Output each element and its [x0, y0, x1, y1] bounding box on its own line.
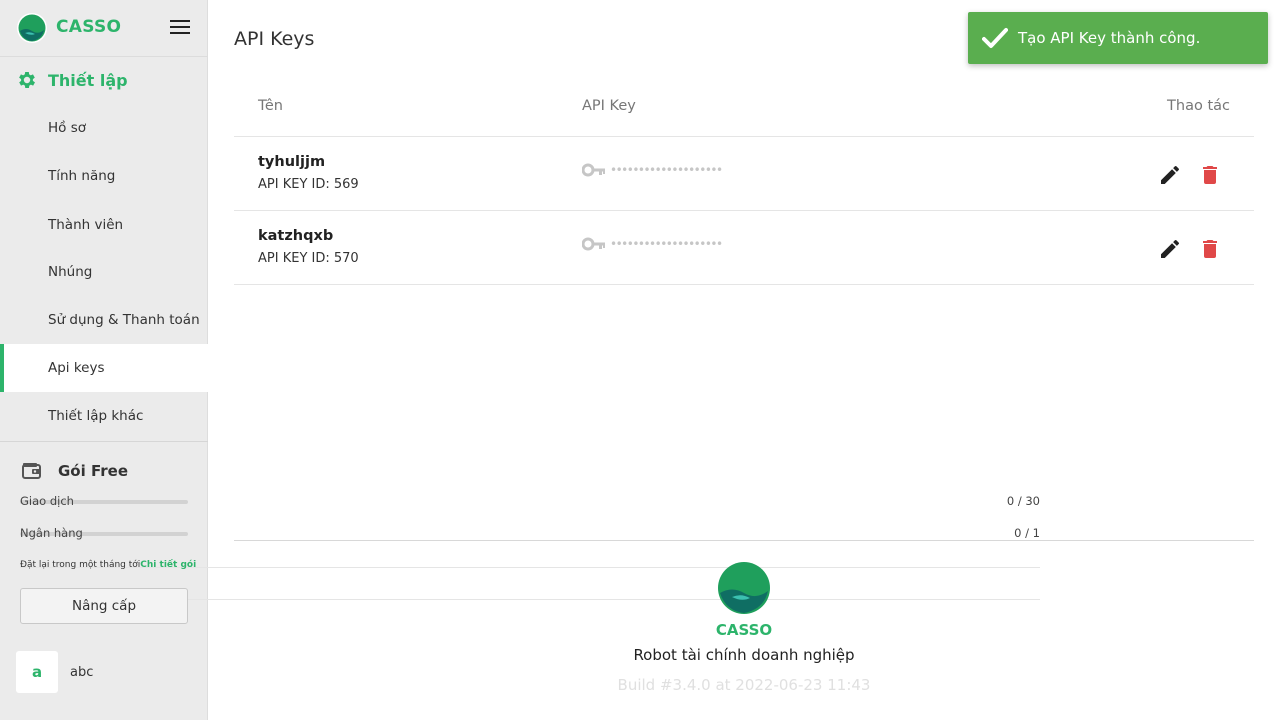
key-icon [582, 163, 605, 177]
user-profile[interactable]: a abc [16, 651, 93, 693]
casso-logo-icon [718, 562, 770, 614]
sidebar-divider [0, 441, 208, 442]
usage-banks: Ngân hàng 0 / 1 [20, 526, 1040, 600]
sidebar-item-members[interactable]: Thành viên [0, 201, 208, 249]
success-toast[interactable]: Tạo API Key thành công. [968, 12, 1268, 64]
masked-api-key: •••••••••••••••••••• [582, 237, 723, 251]
key-icon [582, 237, 605, 251]
sidebar-item-label: Api keys [48, 360, 105, 376]
column-header-api-key: API Key [582, 98, 636, 114]
sidebar-item-features[interactable]: Tính năng [0, 152, 208, 200]
edit-icon[interactable] [1158, 237, 1182, 261]
edit-icon[interactable] [1158, 163, 1182, 187]
upgrade-button[interactable]: Nâng cấp [20, 588, 188, 624]
footer-divider [234, 540, 1254, 541]
column-header-actions: Thao tác [1167, 98, 1230, 114]
build-info: Build #3.4.0 at 2022-06-23 11:43 [617, 676, 871, 694]
sidebar-item-usage-billing[interactable]: Sử dụng & Thanh toán [0, 296, 208, 344]
settings-section-label: Thiết lập [48, 70, 128, 90]
key-id: API KEY ID: 569 [258, 177, 359, 192]
table-row: katzhqxb API KEY ID: 570 •••••••••••••••… [234, 211, 1254, 285]
wallet-icon [22, 463, 41, 479]
sidebar-item-label: Thành viên [48, 217, 124, 233]
key-name: katzhqxb [258, 228, 334, 244]
masked-api-key: •••••••••••••••••••• [582, 163, 723, 177]
sidebar-item-api-keys[interactable]: Api keys [0, 344, 208, 392]
checkmark-icon [982, 28, 1008, 48]
reset-note-text: Đặt lại trong một tháng tới [20, 560, 141, 570]
sidebar-item-embed[interactable]: Nhúng [0, 248, 208, 296]
plan-name: Gói Free [58, 462, 129, 480]
sidebar-item-label: Thiết lập khác [48, 408, 144, 424]
casso-logo-icon[interactable] [16, 12, 48, 44]
sidebar: CASSO Thiết lập Hồ sơ Tính năng Thành vi… [0, 0, 1040, 720]
reset-note: Đặt lại trong một tháng tớiChi tiết gói [20, 560, 196, 570]
key-name: tyhuljjm [258, 154, 326, 170]
delete-icon[interactable] [1198, 237, 1222, 261]
brand-header: CASSO [0, 0, 208, 57]
footer-brand-name: CASSO [715, 621, 773, 639]
masked-key-dots: •••••••••••••••••••• [610, 163, 723, 177]
sidebar-item-label: Tính năng [48, 168, 116, 184]
usage-value: 0 / 1 [1014, 526, 1040, 540]
footer-tagline: Robot tài chính doanh nghiệp [633, 646, 855, 664]
sidebar-item-label: Nhúng [48, 264, 93, 280]
page-title: API Keys [234, 28, 315, 50]
column-header-name: Tên [258, 98, 283, 114]
gear-icon [19, 72, 35, 88]
key-id: API KEY ID: 570 [258, 251, 359, 266]
plan-details-link[interactable]: Chi tiết gói [140, 560, 196, 570]
settings-section-title[interactable]: Thiết lập [16, 68, 128, 92]
masked-key-dots: •••••••••••••••••••• [610, 237, 723, 251]
avatar: a [16, 651, 58, 693]
toast-message: Tạo API Key thành công. [1018, 29, 1201, 47]
sidebar-item-label: Sử dụng & Thanh toán [48, 312, 200, 328]
sidebar-item-other-settings[interactable]: Thiết lập khác [0, 392, 208, 440]
menu-toggle-icon[interactable] [170, 20, 190, 36]
sidebar-item-profile[interactable]: Hồ sơ [0, 104, 208, 152]
sidebar-item-label: Hồ sơ [48, 120, 86, 136]
delete-icon[interactable] [1198, 163, 1222, 187]
brand-name: CASSO [56, 17, 122, 37]
username: abc [70, 664, 94, 680]
table-row: tyhuljjm API KEY ID: 569 •••••••••••••••… [234, 137, 1254, 211]
usage-transactions: Giao dịch 0 / 30 [20, 494, 1040, 568]
plan-title: Gói Free [22, 462, 128, 480]
